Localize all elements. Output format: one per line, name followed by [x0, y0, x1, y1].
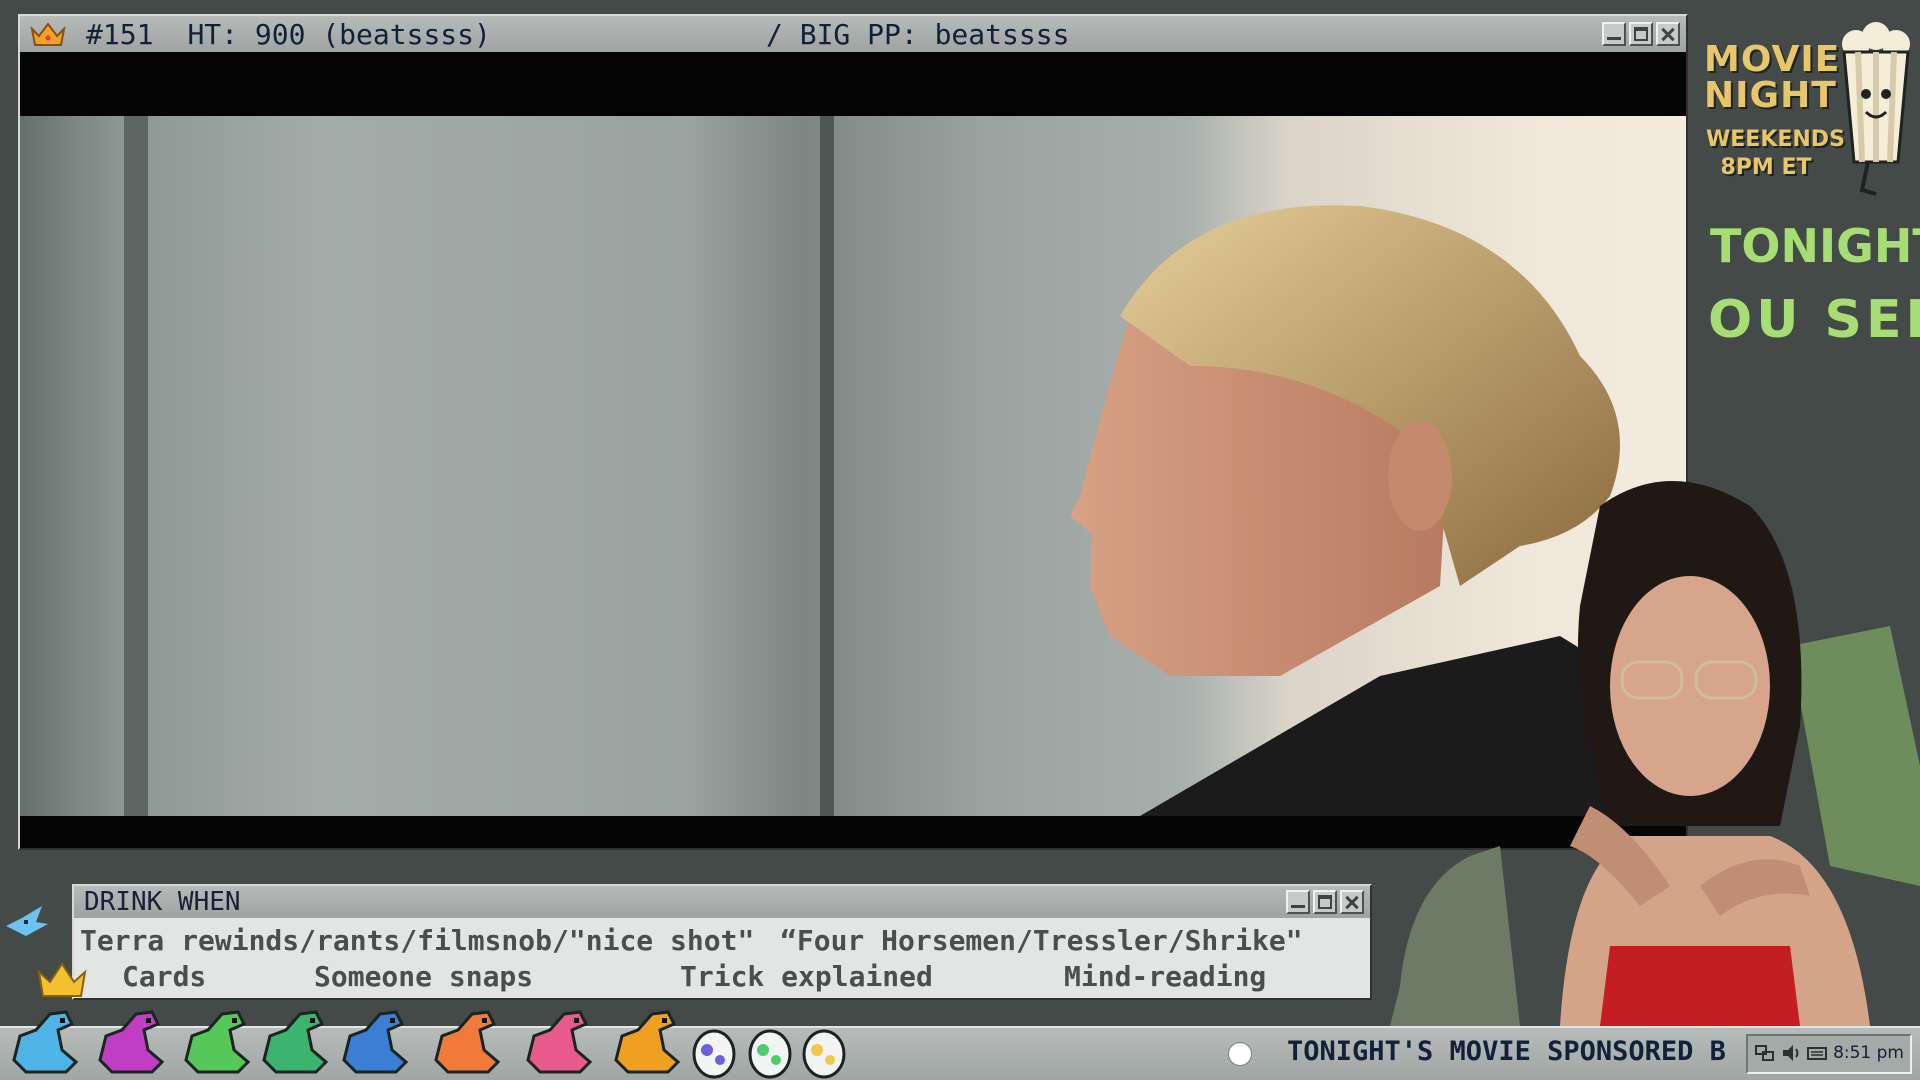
drink-close-button[interactable] [1340, 890, 1364, 914]
movie-night-banner: MOVIE NIGHT WEEKENDS 8PM ET [1700, 20, 1920, 200]
schedule-time: 8PM ET [1720, 155, 1812, 180]
egg-icon [802, 1029, 846, 1079]
drink-when-title: DRINK WHEN [84, 887, 241, 917]
schedule-day: WEEKENDS [1706, 127, 1845, 152]
dino-purple-icon [98, 1010, 165, 1074]
dino-navy-icon [342, 1010, 409, 1074]
drink-maximize-button[interactable] [1313, 890, 1337, 914]
tonight-movie-title: OU SEE [1708, 292, 1920, 348]
egg-icon [748, 1029, 792, 1079]
dino-green-icon [184, 1010, 251, 1074]
drink-rule: Trick explained [680, 960, 933, 993]
streamer-silhouette [1390, 481, 1920, 1026]
video-window-titlebar[interactable]: #151 HT: 900 (beatssss) / BIG PP: beatss… [20, 16, 1686, 52]
dino-yellow-icon [614, 1010, 681, 1074]
high-tipper-label: HT: 900 (beatssss) [187, 17, 491, 51]
drink-rule: Cards [122, 960, 207, 993]
popcorn-mascot-icon [1842, 22, 1910, 196]
crown-icon [30, 22, 66, 46]
record-dot-icon [1228, 1042, 1252, 1066]
drink-minimize-button[interactable] [1286, 890, 1310, 914]
dino-teal-icon [262, 1010, 329, 1074]
minimize-button[interactable] [1602, 22, 1626, 46]
keyboard-icon[interactable] [1806, 1042, 1828, 1064]
close-button[interactable] [1656, 22, 1680, 46]
drink-rule: Terra rewinds/rants/filmsnob/"nice shot" [80, 924, 755, 957]
network-icon[interactable] [1754, 1042, 1776, 1064]
clock: 8:51 pm [1833, 1043, 1904, 1063]
drink-when-titlebar[interactable]: DRINK WHEN [74, 886, 1370, 918]
drink-rule: “Four Horsemen/Tressler/Shrike" [780, 924, 1303, 957]
maximize-button[interactable] [1629, 22, 1653, 46]
system-tray: 8:51 pm [1746, 1034, 1912, 1074]
bird-sprite-icon [6, 906, 48, 936]
dino-pink-icon [526, 1010, 593, 1074]
big-pp-label: / BIG PP: beatssss [766, 17, 1070, 51]
dino-orange-icon [434, 1010, 501, 1074]
egg-icon [692, 1029, 736, 1079]
movie-night-title-2: NIGHT [1704, 75, 1837, 116]
tonight-label: TONIGHT: [1710, 222, 1920, 270]
webcam-overlay [1370, 466, 1920, 1026]
drink-when-window[interactable]: DRINK WHEN Terra rewinds/rants/filmsnob/… [72, 884, 1372, 1000]
drink-rule: Mind-reading [1064, 960, 1267, 993]
volume-icon[interactable] [1780, 1042, 1802, 1064]
sponsor-ticker: TONIGHT'S MOVIE SPONSORED B [1287, 1036, 1726, 1067]
dino-blue-icon [12, 1010, 79, 1074]
crown-icon [37, 962, 87, 997]
movie-night-title-1: MOVIE [1704, 39, 1841, 80]
rank-label: #151 [86, 17, 154, 51]
drink-rule: Someone snaps [314, 960, 534, 993]
